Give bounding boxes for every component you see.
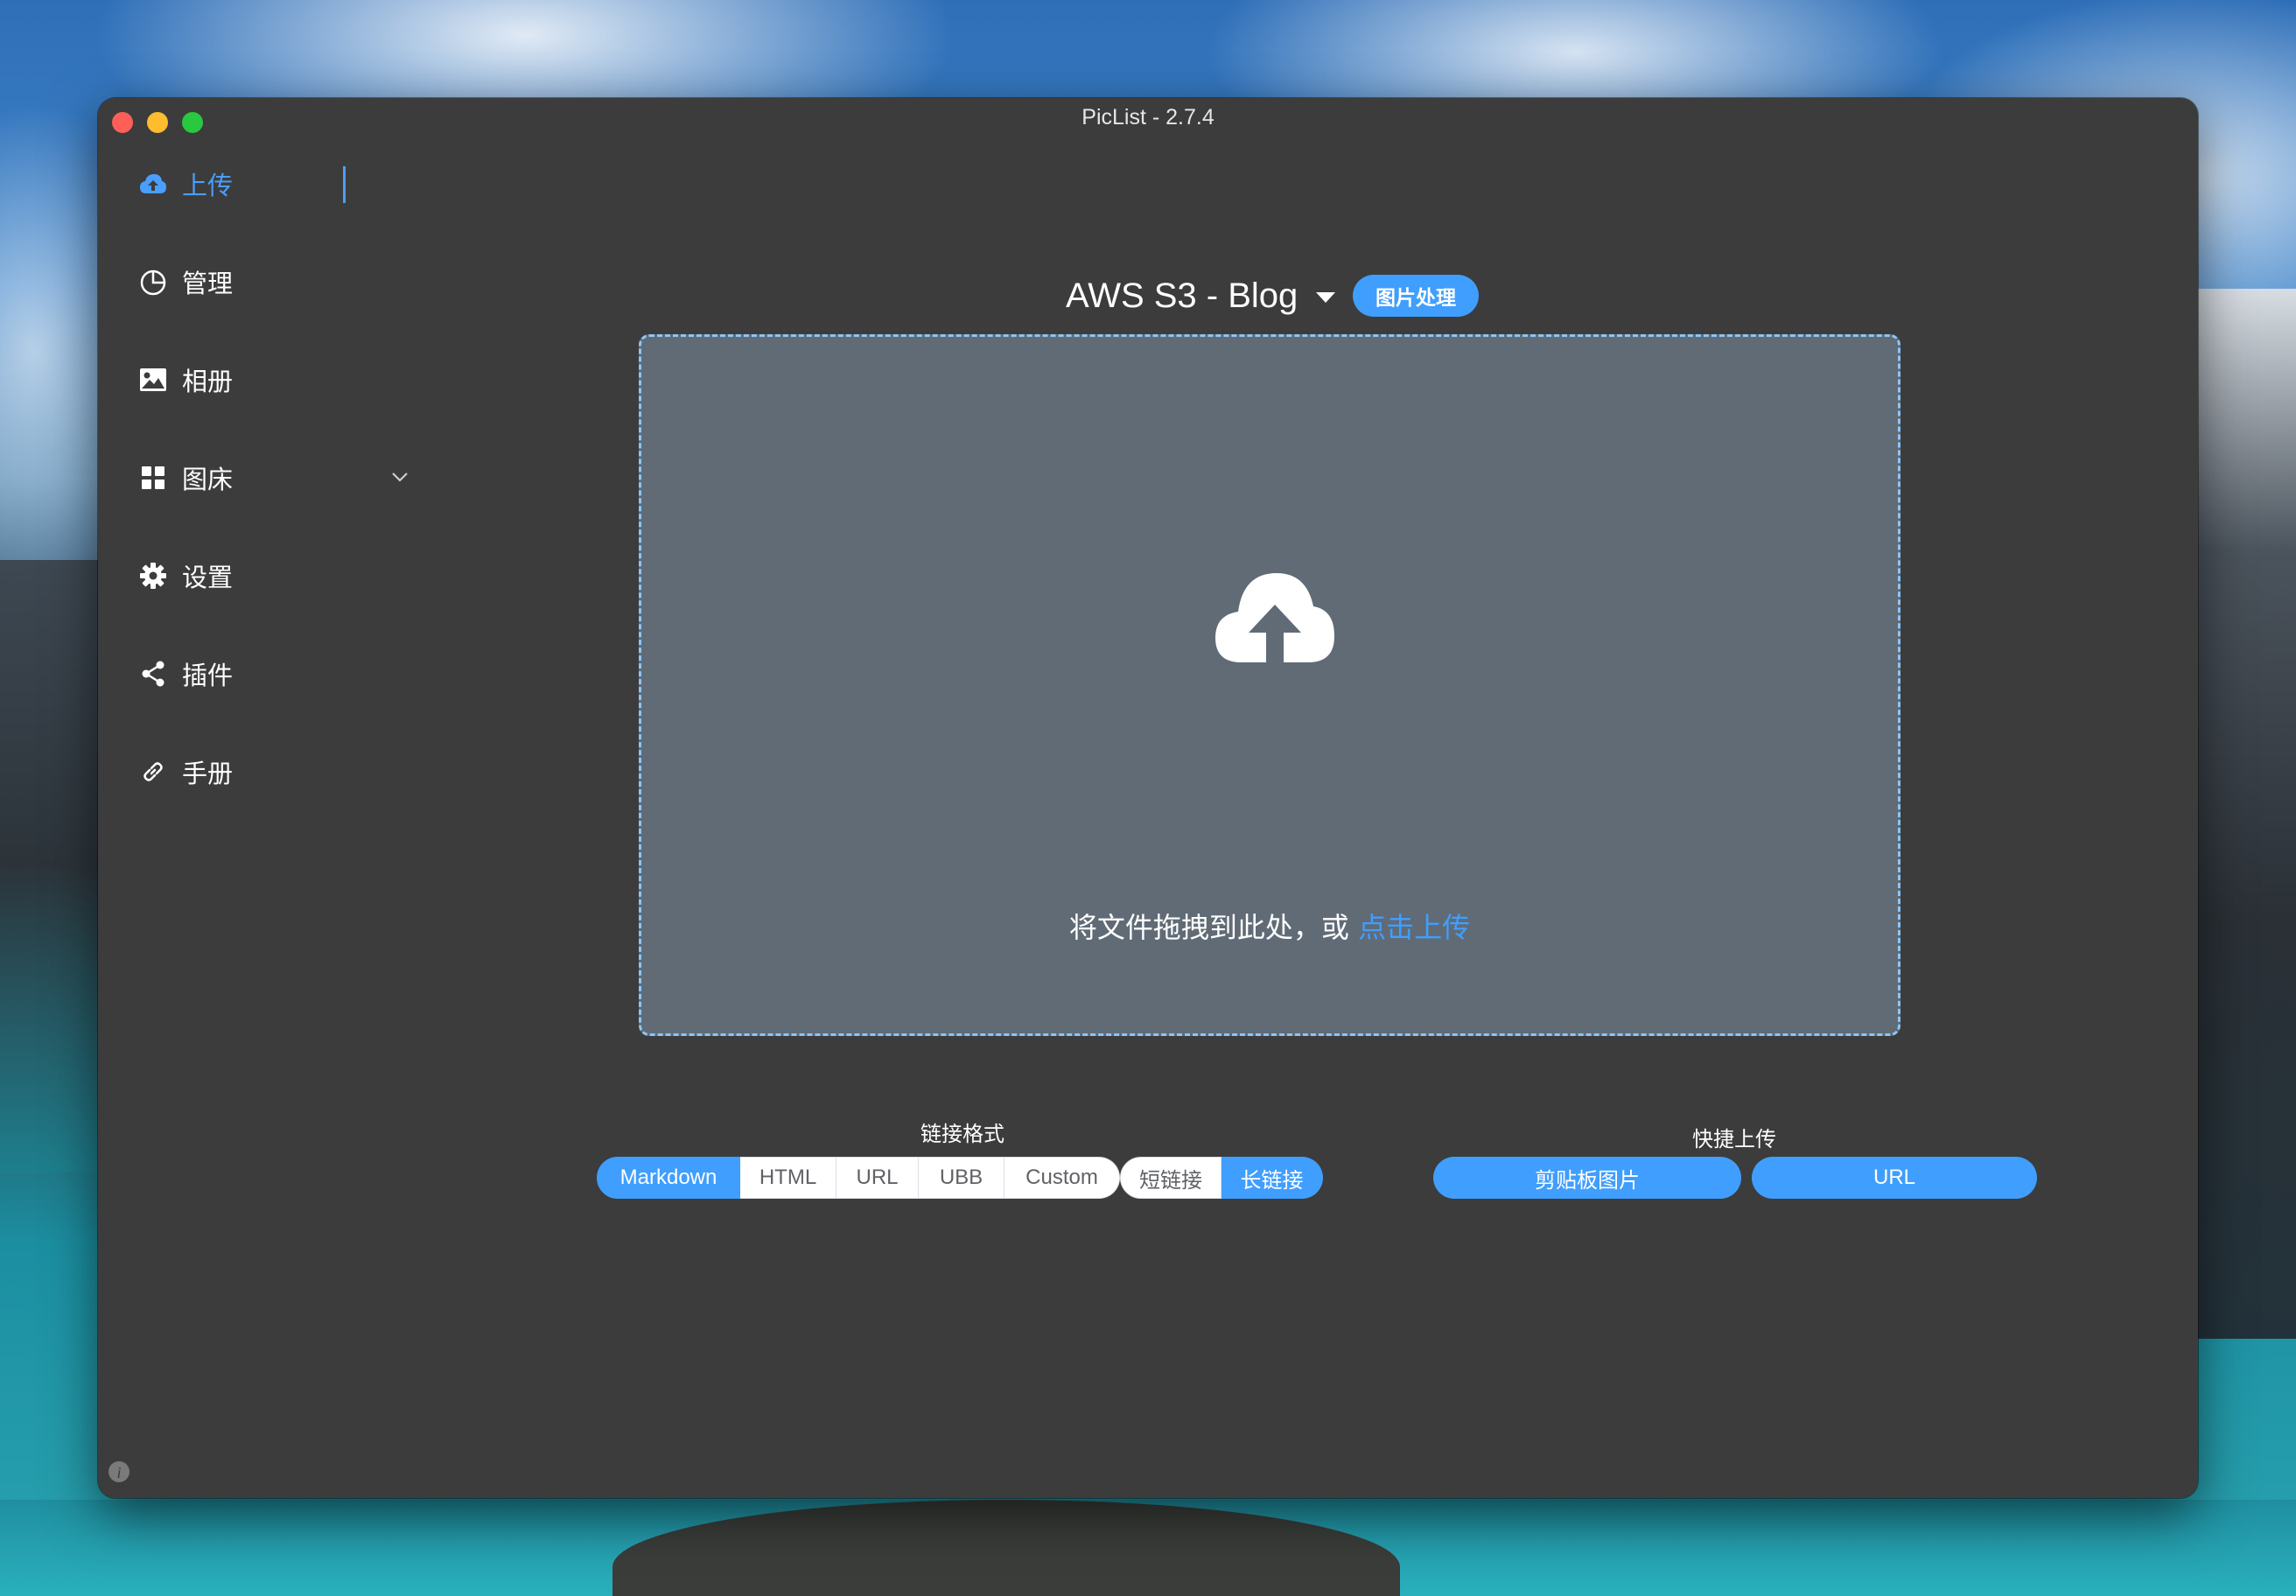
title-bar[interactable]: PicList - 2.7.4	[98, 98, 2198, 140]
svg-text:i: i	[116, 1464, 121, 1481]
app-window: PicList - 2.7.4 上传 管理 相册 图床 设置 插件 手册 AWS…	[98, 98, 2198, 1498]
sidebar-item-picbed[interactable]: 图床	[138, 452, 410, 504]
share-icon	[138, 659, 168, 689]
sidebar-item-label: 上传	[182, 171, 234, 200]
format-option-markdown[interactable]: Markdown	[597, 1157, 740, 1199]
link-length-short[interactable]: 短链接	[1120, 1157, 1222, 1199]
quick-upload-label: 快捷上传	[1692, 1127, 1776, 1152]
wallpaper-mountain-right	[2191, 289, 2296, 1339]
sidebar-item-label: 图床	[182, 465, 234, 494]
picbed-selector-row: AWS S3 - Blog 图片处理	[98, 270, 2198, 322]
format-option-ubb[interactable]: UBB	[919, 1157, 1004, 1199]
gear-icon	[138, 561, 168, 591]
current-picbed-name[interactable]: AWS S3 - Blog	[1066, 270, 1298, 322]
upload-drop-zone[interactable]: 将文件拖拽到此处，或 点击上传	[639, 334, 1900, 1036]
link-format-group: Markdown HTML URL UBB Custom	[597, 1157, 1120, 1199]
sidebar-item-gallery[interactable]: 相册	[138, 354, 410, 406]
sidebar-item-manual[interactable]: 手册	[138, 746, 410, 798]
link-length-long[interactable]: 长链接	[1222, 1157, 1323, 1199]
drop-hint-label: 将文件拖拽到此处，或	[1068, 911, 1349, 944]
url-upload-button[interactable]: URL	[1752, 1157, 2037, 1199]
window-title: PicList - 2.7.4	[1082, 105, 1214, 130]
cloud-upload-icon	[1214, 570, 1336, 668]
wallpaper-mountain-left	[0, 560, 98, 1172]
sidebar-item-settings[interactable]: 设置	[138, 550, 410, 602]
format-option-url[interactable]: URL	[836, 1157, 919, 1199]
sidebar-item-label: 设置	[182, 563, 234, 592]
drop-hint-text: 将文件拖拽到此处，或 点击上传	[641, 906, 1898, 946]
click-upload-link[interactable]: 点击上传	[1358, 911, 1470, 944]
sidebar-item-plugins[interactable]: 插件	[138, 648, 410, 700]
caret-down-icon[interactable]	[1311, 282, 1340, 312]
active-indicator	[343, 166, 346, 203]
format-option-html[interactable]: HTML	[740, 1157, 836, 1199]
sidebar-item-upload[interactable]: 上传	[138, 158, 410, 210]
sidebar-item-label: 插件	[182, 661, 234, 690]
info-icon[interactable]: i	[107, 1460, 131, 1484]
sidebar-item-label: 相册	[182, 367, 234, 396]
clipboard-upload-button[interactable]: 剪贴板图片	[1433, 1157, 1741, 1199]
image-icon	[138, 365, 168, 395]
sidebar-item-label: 手册	[182, 759, 234, 788]
format-option-custom[interactable]: Custom	[1004, 1157, 1120, 1199]
cloud-upload-icon	[138, 169, 168, 199]
link-format-label: 链接格式	[920, 1122, 1004, 1146]
image-process-button[interactable]: 图片处理	[1353, 275, 1479, 317]
link-icon	[138, 757, 168, 787]
grid-icon	[138, 463, 168, 493]
chevron-down-icon[interactable]	[387, 464, 413, 490]
link-length-group: 短链接 长链接	[1120, 1157, 1323, 1199]
